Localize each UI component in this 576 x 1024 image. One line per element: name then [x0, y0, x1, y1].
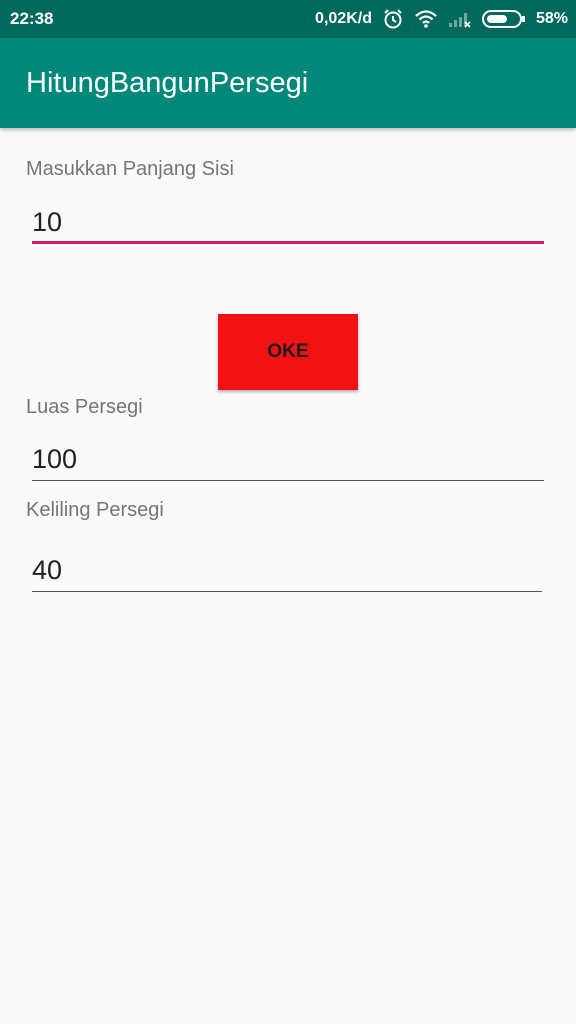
side-length-field[interactable] [32, 204, 544, 244]
status-icons: 0,02K/d 58% [315, 8, 568, 30]
perimeter-field[interactable] [32, 552, 542, 592]
wifi-icon [414, 9, 438, 29]
app-title: HitungBangunPersegi [26, 67, 309, 99]
battery-icon [481, 9, 526, 29]
battery-percent: 58% [535, 10, 568, 27]
area-underline [32, 480, 544, 481]
perimeter-label: Keliling Persegi [26, 499, 164, 521]
ok-button[interactable]: OKE [218, 314, 358, 390]
side-length-label: Masukkan Panjang Sisi [26, 158, 234, 180]
signal-icon [448, 9, 472, 29]
app-bar: HitungBangunPersegi [0, 38, 576, 128]
status-bar: 22:38 0,02K/d 58% [0, 0, 576, 38]
status-time: 22:38 [10, 9, 54, 28]
area-input[interactable] [32, 441, 544, 477]
side-length-underline [32, 241, 544, 244]
side-length-input[interactable] [32, 204, 544, 240]
area-label: Luas Persegi [26, 396, 143, 418]
network-speed: 0,02K/d [315, 10, 372, 27]
area-field[interactable] [32, 441, 544, 481]
perimeter-underline [32, 591, 542, 592]
app-screen: 22:38 0,02K/d 58% HitungBangunPersegi Ma… [0, 0, 576, 1024]
perimeter-input[interactable] [32, 552, 542, 588]
alarm-icon [382, 8, 404, 30]
